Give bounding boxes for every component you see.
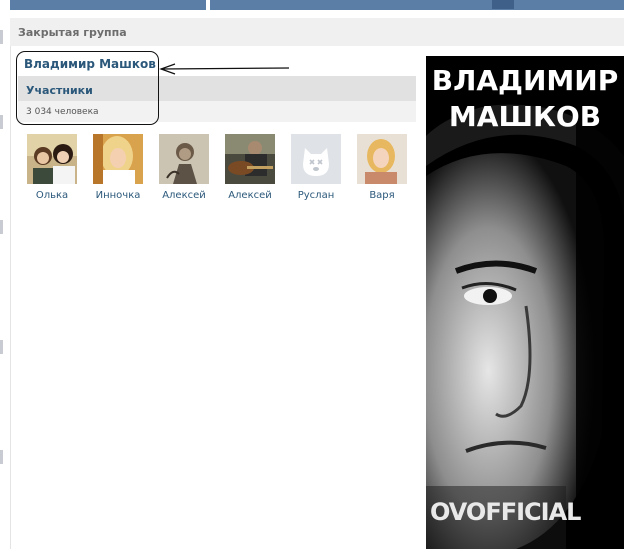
nav-right-segment [210, 0, 624, 10]
poster-title-line1: ВЛАДИМИР [431, 64, 619, 97]
poster-title-line2: МАШКОВ [448, 100, 602, 133]
member-name[interactable]: Руслан [286, 190, 346, 201]
content-divider [10, 46, 11, 549]
avatar[interactable] [225, 134, 275, 184]
left-scroll-mark [0, 115, 3, 129]
avatar[interactable] [159, 134, 209, 184]
avatar[interactable] [27, 134, 77, 184]
left-scroll-mark [0, 30, 3, 44]
avatar[interactable] [93, 134, 143, 184]
annotation-arrow-icon [159, 63, 290, 75]
left-scroll-mark [0, 220, 3, 234]
member-name[interactable]: Инночка [88, 190, 148, 201]
left-scroll-mark [0, 450, 3, 464]
member-name[interactable]: Алексей [154, 190, 214, 201]
avatar[interactable] [357, 134, 407, 184]
poster-brand: OVOFFICIAL [430, 498, 581, 526]
left-scroll-mark [0, 340, 3, 354]
annotation-rounded-box [16, 51, 159, 125]
page-header: Закрытая группа [10, 18, 624, 46]
group-poster-image[interactable]: ВЛАДИМИР МАШКОВ OVOFFICIAL [426, 56, 624, 549]
top-navigation-bar [0, 0, 624, 10]
default-dog-avatar-icon [291, 134, 341, 184]
member-name[interactable]: Олька [22, 190, 82, 201]
member-name[interactable]: Алексей [220, 190, 280, 201]
nav-left-segment [10, 0, 206, 10]
member-name[interactable]: Варя [352, 190, 412, 201]
nav-active-tab[interactable] [492, 0, 514, 9]
left-column [0, 10, 10, 549]
avatar[interactable] [291, 134, 341, 184]
page-title: Закрытая группа [18, 26, 127, 39]
